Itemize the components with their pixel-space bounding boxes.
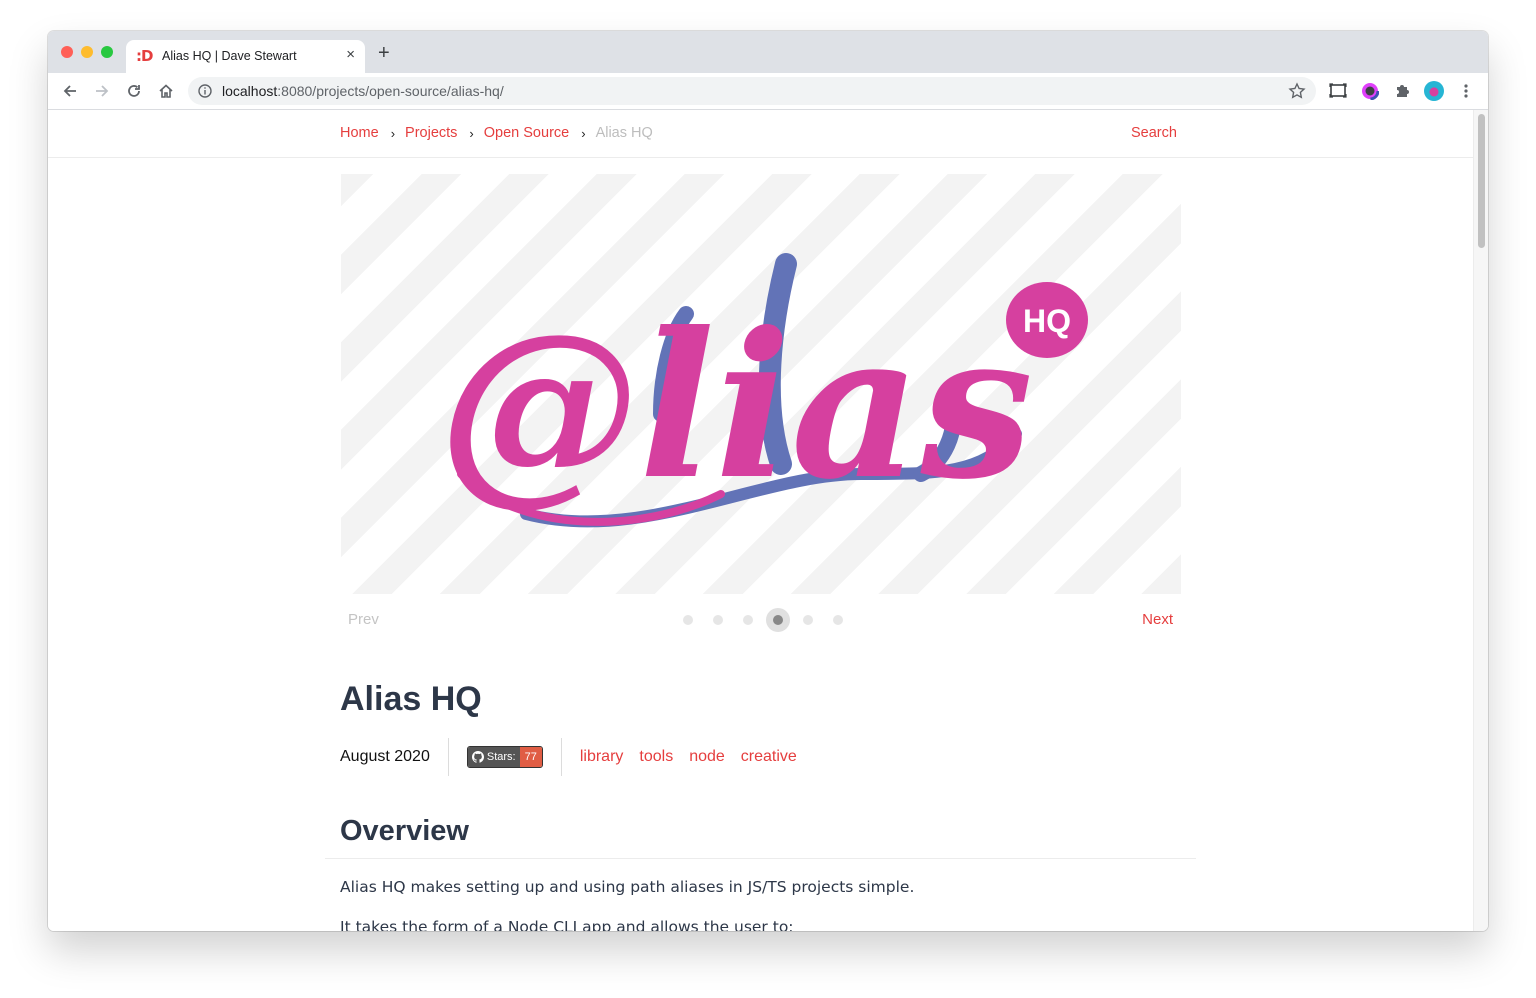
project-date: August 2020 [340,738,449,776]
gallery-dot[interactable] [803,615,813,625]
info-icon[interactable] [198,84,212,103]
github-stars-label: Stars: [486,751,516,763]
logo-text: @lias [439,289,1033,524]
github-stars-badge[interactable]: Stars: 77 [449,738,562,776]
logo-badge-text: HQ [1023,303,1071,339]
heading-divider [325,858,1196,859]
close-window-button[interactable] [61,46,73,58]
minimize-window-button[interactable] [81,46,93,58]
gallery-dot-active[interactable] [766,608,790,632]
github-stars-count: 77 [519,747,542,767]
gallery-dot[interactable] [833,615,843,625]
breadcrumb-separator-icon: › [390,125,396,141]
project-tags: library tools node creative [562,748,797,766]
overview-paragraph: Alias HQ makes setting up and using path… [340,878,915,896]
cast-icon[interactable] [1328,81,1348,101]
address-bar[interactable]: localhost:8080/projects/open-source/alia… [188,77,1316,105]
gallery-dot[interactable] [743,615,753,625]
url-text: localhost:8080/projects/open-source/alia… [222,83,504,99]
project-hero-image[interactable]: @lias HQ [341,174,1181,594]
search-link[interactable]: Search [1131,125,1177,141]
tag-node[interactable]: node [689,748,725,766]
breadcrumb-open-source[interactable]: Open Source [484,125,569,141]
tag-tools[interactable]: tools [639,748,673,766]
scrollbar-thumb[interactable] [1478,114,1485,248]
kebab-menu-icon[interactable] [1456,81,1476,101]
forward-arrow-icon[interactable] [90,79,114,103]
url-path: :8080/projects/open-source/alias-hq/ [277,83,504,99]
browser-window: :D Alias HQ | Dave Stewart × + localhost… [48,31,1488,931]
close-tab-icon[interactable]: × [346,46,355,63]
tab-strip: :D Alias HQ | Dave Stewart × + [48,31,1488,73]
github-icon [471,751,484,763]
browser-toolbar: localhost:8080/projects/open-source/alia… [48,73,1488,110]
github-badge[interactable]: Stars: 77 [466,746,543,768]
browser-tab[interactable]: :D Alias HQ | Dave Stewart × [126,40,365,73]
page-title: Alias HQ [340,680,482,718]
project-meta: August 2020 Stars: 77 library tools node… [340,738,797,776]
back-arrow-icon[interactable] [58,79,82,103]
breadcrumb: Home › Projects › Open Source › Alias HQ [340,125,653,141]
page-scrollbar[interactable] [1473,110,1488,931]
page-content: Home › Projects › Open Source › Alias HQ… [48,110,1473,931]
breadcrumb-home[interactable]: Home [340,125,379,141]
github-badge-label: Stars: [467,747,520,767]
site-header: Home › Projects › Open Source › Alias HQ… [48,110,1473,158]
breadcrumb-projects[interactable]: Projects [405,125,457,141]
breadcrumb-current: Alias HQ [595,125,653,141]
prev-button[interactable]: Prev [348,611,379,628]
star-icon[interactable] [1288,82,1306,105]
reload-icon[interactable] [122,79,146,103]
breadcrumb-separator-icon: › [469,125,474,141]
url-host: localhost [222,83,278,99]
gallery-dot[interactable] [683,615,693,625]
overview-paragraph: It takes the form of a Node CLI app and … [340,918,794,931]
maximize-window-button[interactable] [101,46,113,58]
breadcrumb-separator-icon: › [581,125,586,141]
gallery-dot[interactable] [713,615,723,625]
overview-heading: Overview [340,815,469,847]
site-favicon-icon: :D [136,47,153,65]
alias-hq-logo: @lias HQ [439,253,1088,528]
profile-avatar-icon[interactable] [1424,81,1444,101]
next-button[interactable]: Next [1142,611,1173,628]
tag-library[interactable]: library [580,748,624,766]
gallery-navigation: Prev Next [341,608,1181,632]
color-picker-extension-icon[interactable] [1360,81,1380,101]
tag-creative[interactable]: creative [741,748,797,766]
puzzle-extensions-icon[interactable] [1392,81,1412,101]
home-icon[interactable] [154,79,178,103]
tab-title: Alias HQ | Dave Stewart [162,49,297,63]
new-tab-button[interactable]: + [378,43,390,63]
